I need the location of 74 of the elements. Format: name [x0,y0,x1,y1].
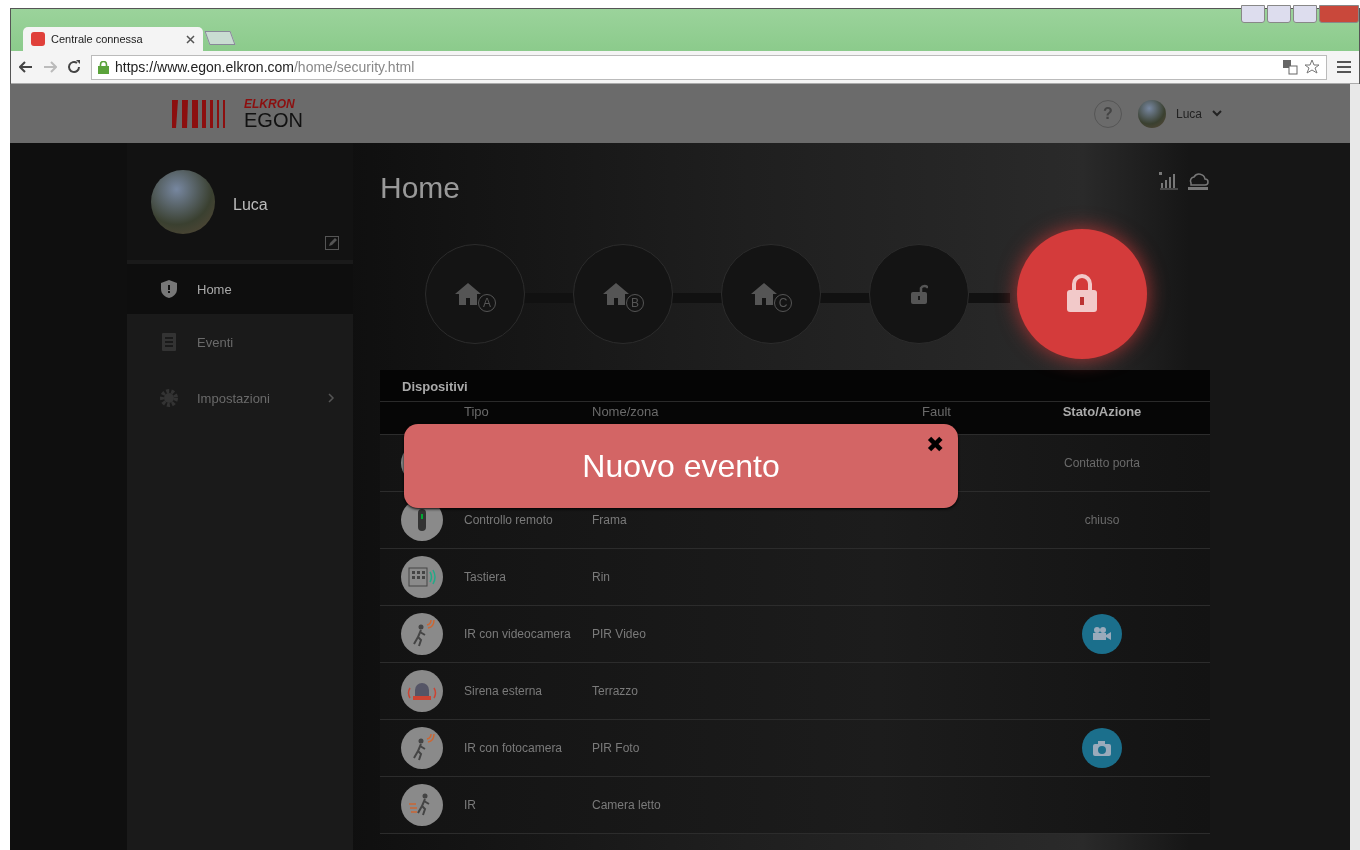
table-cell-text: Tastiera [464,570,508,584]
motion-sensor-icon [401,613,443,655]
forward-icon [43,61,57,73]
table-cell-text: PIR Video [592,627,647,641]
table-cell-text: Controllo remoto [464,513,554,527]
address-bar[interactable]: https://www.egon.elkron.com/home/security.html [91,54,1327,80]
new-tab-button[interactable] [204,31,236,45]
edit-icon [325,236,339,250]
camera-icon [1092,740,1112,756]
cloud-icon [1186,171,1210,191]
status-text: Contatto porta [1063,456,1141,470]
table-cell-text: Sirena esterna [464,684,544,698]
dialog-title: Nuovo evento [582,447,780,485]
menu-icon [1337,61,1351,73]
table-cell-text: Camera letto [592,798,662,812]
list-icon [159,332,179,352]
table-cell-text: Rin [592,570,611,584]
chevron-down-icon [1212,110,1222,117]
table-cell-text: IR con videocamera [464,627,572,641]
padlock-icon [1065,273,1099,314]
column-header: Nome/zona [592,404,660,419]
siren-icon [401,670,443,712]
mode-button[interactable]: C [721,243,821,344]
mode-button[interactable]: A [425,243,525,344]
profile-button[interactable] [1241,5,1265,23]
page-title: Home [380,171,461,205]
table-cell-text: IR con fotocamera [464,741,564,755]
signal-icon [1158,171,1180,191]
status-text: chiuso [1084,513,1120,527]
settings-icon [159,388,179,408]
house-icon [454,281,482,306]
user-name[interactable]: Luca [1175,106,1202,121]
translate-icon [1282,59,1298,75]
sidebar-item[interactable]: Home [127,264,353,314]
sidebar-item[interactable]: Impostazioni [127,370,353,426]
column-header: Fault [922,404,952,419]
close-icon [186,34,195,44]
column-header: Tipo [464,404,490,419]
table-cell-text: IR [464,798,477,812]
table-cell-text: PIR Foto [592,741,641,755]
minimize-button[interactable] [1267,5,1291,23]
logo-text: ELKRON [244,97,296,110]
table-cell-text: Terrazzo [592,684,639,698]
close-button[interactable]: ✖ [926,434,944,456]
table-cell-text: Frama [592,513,628,527]
tab-title: Centrale connessa [51,33,144,45]
favicon-icon [31,32,45,46]
sidebar-item[interactable]: Eventi [127,314,353,370]
logo-text: EGON [244,109,303,130]
keypad-icon [401,556,443,598]
url-text: https://www.egon.elkron.com/home/security.html [115,59,415,75]
lock-icon [98,60,109,74]
running-person-icon [401,784,443,826]
mode-button[interactable] [1017,228,1147,359]
scrollbar[interactable] [1350,84,1360,850]
profile-name: Luca [233,196,268,214]
house-icon [750,281,778,306]
browser-tab[interactable]: Centrale connessa [23,27,203,51]
house-icon [602,281,630,306]
unlocked-padlock-icon [910,282,928,305]
motion-sensor-icon [401,727,443,769]
reload-icon [67,60,81,74]
photo-button[interactable] [1082,728,1122,768]
back-icon [19,61,33,73]
maximize-button[interactable] [1293,5,1317,23]
close-button[interactable] [1319,5,1359,23]
video-button[interactable] [1082,614,1122,654]
section-title: Dispositivi [380,370,1210,402]
star-icon [1304,59,1320,75]
shield-icon [159,279,179,299]
video-camera-icon [1092,627,1112,641]
avatar [1137,99,1166,128]
mode-button[interactable]: B [573,243,673,344]
column-header: Stato/Azione [1061,404,1143,419]
